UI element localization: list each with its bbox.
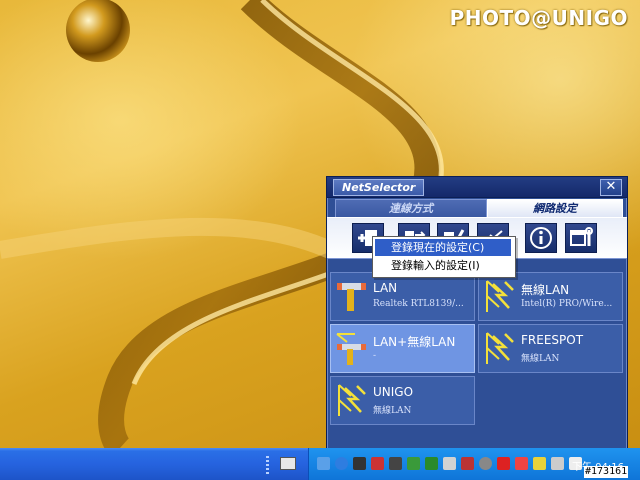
settings-button[interactable] [565,223,597,253]
network-tray-icon[interactable] [317,457,330,470]
wireless-tray-icon[interactable] [533,457,546,470]
tool-tray-icon[interactable] [461,457,474,470]
wireless-icon [486,280,514,312]
photo-watermark: PHOTO@UNIGO [449,6,628,30]
power-tray-icon[interactable] [389,457,402,470]
settings-icon [570,227,593,246]
menu-item-register-current[interactable]: 登錄現在的設定(C) [375,239,511,256]
disc-tray-icon[interactable] [479,457,492,470]
info-button[interactable] [525,223,557,253]
close-button[interactable]: ✕ [600,179,622,196]
profile-lan[interactable]: LAN Realtek RTL8139/... [330,272,475,321]
profile-list: LAN Realtek RTL8139/... 無線LAN Intel(R) P… [330,272,624,426]
profile-name: 無線LAN [521,283,570,297]
profile-name: UNIGO [373,385,414,399]
tab-connection-method[interactable]: 連線方式 [335,199,487,217]
taskbar [0,448,640,480]
window-title: NetSelector [333,179,425,196]
wireless-icon [338,384,366,416]
wireless-icon [486,332,514,364]
eco-tray-icon[interactable] [407,457,420,470]
profile-name: FREESPOT [521,333,584,347]
profile-wireless-lan[interactable]: 無線LAN Intel(R) PRO/Wire... [478,272,623,321]
taskbar-grip[interactable] [266,456,269,474]
menu-item-register-input[interactable]: 登錄輸入的設定(I) [375,257,511,274]
monitor-tray-icon[interactable] [551,457,564,470]
profile-unigo[interactable]: UNIGO 無線LAN [330,376,475,425]
context-menu: 登錄現在的設定(C) 登錄輸入的設定(I) [372,236,516,278]
profile-name: LAN+無線LAN [373,335,456,349]
title-bar[interactable]: NetSelector ✕ [327,177,627,198]
profile-lan-wireless[interactable]: LAN+無線LAN - [330,324,475,373]
image-stamp: #173161 [584,466,629,478]
alert-tray-icon[interactable] [515,457,528,470]
profile-adapter: 無線LAN [373,406,412,416]
profile-adapter: Intel(R) PRO/Wire... [521,299,613,309]
profile-adapter: - [373,351,377,361]
display-tray-icon[interactable] [443,457,456,470]
lan-wireless-icon [336,333,366,365]
device-tray-icon[interactable] [353,457,366,470]
lan-icon [337,283,366,311]
tab-bar: 連線方式 網路設定 [327,197,627,217]
profile-freespot[interactable]: FREESPOT 無線LAN [478,324,623,373]
profile-adapter: Realtek RTL8139/... [373,299,464,309]
tab-network-settings[interactable]: 網路設定 [487,199,623,217]
keyboard-icon[interactable] [280,457,296,470]
profile-adapter: 無線LAN [521,354,560,364]
profile-name: LAN [373,281,398,295]
security-tray-icon[interactable] [371,457,384,470]
shield-tray-icon[interactable] [497,457,510,470]
netselector-window: NetSelector ✕ 連線方式 網路設定 LAN Realtek RTL8… [326,176,628,450]
globe-tray-icon[interactable] [335,457,348,470]
update-tray-icon[interactable] [425,457,438,470]
info-icon [530,227,552,249]
